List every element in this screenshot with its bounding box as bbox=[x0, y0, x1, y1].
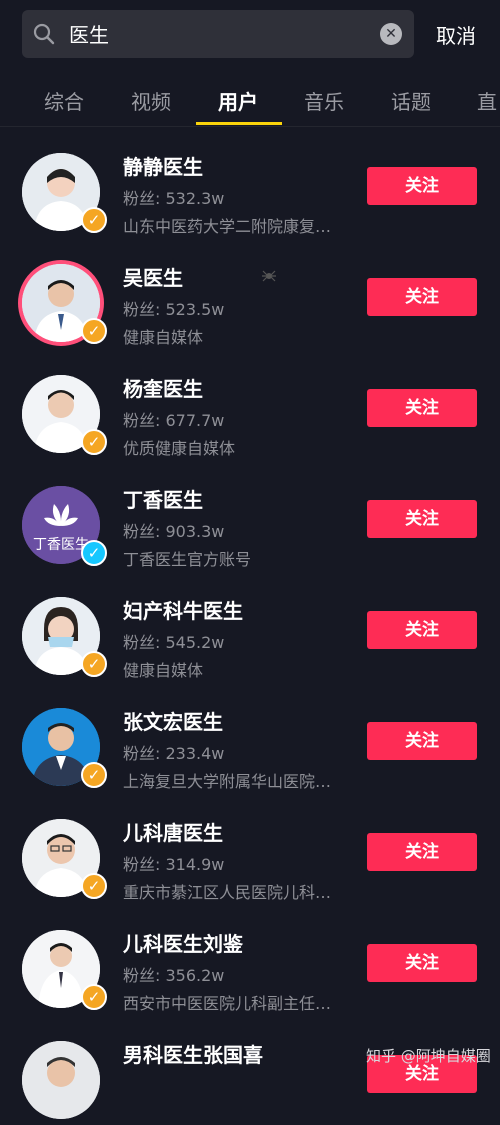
fan-count: 粉丝: 677.7w bbox=[123, 411, 225, 430]
user-description: 上海复旦大学附属华山医院… bbox=[123, 772, 332, 791]
user-name[interactable]: 丁香医生 bbox=[123, 484, 203, 513]
search-input[interactable]: 医生 ✕ bbox=[22, 10, 414, 58]
user-description: 丁香医生官方账号 bbox=[123, 550, 252, 569]
verified-badge-icon: ✓ bbox=[81, 651, 107, 677]
follow-button[interactable]: 关注 bbox=[367, 278, 477, 316]
list-item[interactable]: 丁香医生 ✓ 丁香医生 粉丝: 903.3w 丁香医生官方账号 关注 bbox=[0, 459, 500, 570]
user-description: 西安市中医医院儿科副主任… bbox=[123, 994, 332, 1013]
user-description: 健康自媒体 bbox=[123, 328, 204, 347]
user-name[interactable]: 儿科唐医生 bbox=[123, 817, 223, 846]
follow-button[interactable]: 关注 bbox=[367, 944, 477, 982]
follow-button[interactable]: 关注 bbox=[367, 722, 477, 760]
user-name[interactable]: 男科医生张国喜 bbox=[123, 1039, 263, 1068]
fan-count: 粉丝: 314.9w bbox=[123, 855, 225, 874]
verified-badge-icon: ✓ bbox=[81, 318, 107, 344]
list-item[interactable]: ✓ 吴医生 粉丝: 523.5w 健康自媒体 关注 bbox=[0, 237, 500, 348]
fan-count: 粉丝: 532.3w bbox=[123, 189, 225, 208]
user-description: 山东中医药大学二附院康复… bbox=[123, 217, 332, 236]
list-item[interactable]: ✓ 妇产科牛医生 粉丝: 545.2w 健康自媒体 关注 bbox=[0, 570, 500, 681]
verified-badge-icon: ✓ bbox=[81, 429, 107, 455]
follow-button[interactable]: 关注 bbox=[367, 611, 477, 649]
tab-videos[interactable]: 视频 bbox=[131, 86, 171, 115]
user-name[interactable]: 吴医生 bbox=[123, 262, 183, 291]
fan-count: 粉丝: 356.2w bbox=[123, 966, 225, 985]
follow-button[interactable]: 关注 bbox=[367, 833, 477, 871]
cancel-button[interactable]: 取消 bbox=[436, 20, 476, 49]
verified-badge-icon: ✓ bbox=[81, 207, 107, 233]
fan-count: 粉丝: 545.2w bbox=[123, 633, 225, 652]
fan-count: 粉丝: 523.5w bbox=[123, 300, 225, 319]
tab-live[interactable]: 直 bbox=[477, 86, 497, 115]
tab-topics[interactable]: 话题 bbox=[391, 86, 431, 115]
user-name[interactable]: 静静医生 bbox=[123, 151, 203, 180]
list-item[interactable]: ✓ 儿科唐医生 粉丝: 314.9w 重庆市綦江区人民医院儿科… 关注 bbox=[0, 792, 500, 903]
tab-all[interactable]: 综合 bbox=[44, 86, 84, 115]
search-icon bbox=[33, 23, 55, 45]
watermark: 知乎 @阿坤自媒圈 bbox=[366, 1047, 491, 1065]
verified-badge-icon: ✓ bbox=[81, 984, 107, 1010]
list-item[interactable]: 男科医生张国喜 关注 bbox=[0, 1014, 500, 1125]
list-item[interactable]: ✓ 儿科医生刘鉴 粉丝: 356.2w 西安市中医医院儿科副主任… 关注 bbox=[0, 903, 500, 1014]
user-name[interactable]: 妇产科牛医生 bbox=[123, 595, 243, 624]
tab-indicator bbox=[196, 122, 282, 125]
verified-badge-icon: ✓ bbox=[81, 873, 107, 899]
fan-count: 粉丝: 233.4w bbox=[123, 744, 225, 763]
list-item[interactable]: ✓ 杨奎医生 粉丝: 677.7w 优质健康自媒体 关注 bbox=[0, 348, 500, 459]
tab-music[interactable]: 音乐 bbox=[304, 86, 344, 115]
clear-icon[interactable]: ✕ bbox=[380, 23, 402, 45]
verified-badge-icon: ✓ bbox=[81, 540, 107, 566]
list-item[interactable]: ✓ 静静医生 粉丝: 532.3w 山东中医药大学二附院康复… 关注 bbox=[0, 126, 500, 237]
verified-badge-icon: ✓ bbox=[81, 762, 107, 788]
follow-button[interactable]: 关注 bbox=[367, 500, 477, 538]
user-name[interactable]: 杨奎医生 bbox=[123, 373, 203, 402]
user-description: 健康自媒体 bbox=[123, 661, 204, 680]
search-bar: 医生 ✕ 取消 bbox=[0, 0, 500, 70]
tab-users[interactable]: 用户 bbox=[218, 86, 258, 115]
tab-bar: 综合 视频 用户 音乐 话题 直 bbox=[0, 70, 500, 127]
follow-button[interactable]: 关注 bbox=[367, 389, 477, 427]
avatar[interactable] bbox=[22, 1041, 100, 1119]
search-query: 医生 bbox=[69, 23, 109, 47]
fan-count: 粉丝: 903.3w bbox=[123, 522, 225, 541]
user-description: 重庆市綦江区人民医院儿科… bbox=[123, 883, 332, 902]
user-name[interactable]: 儿科医生刘鉴 bbox=[123, 928, 243, 957]
user-description: 优质健康自媒体 bbox=[123, 439, 236, 458]
follow-button[interactable]: 关注 bbox=[367, 167, 477, 205]
user-name[interactable]: 张文宏医生 bbox=[123, 706, 223, 735]
list-item[interactable]: ✓ 张文宏医生 粉丝: 233.4w 上海复旦大学附属华山医院… 关注 bbox=[0, 681, 500, 792]
